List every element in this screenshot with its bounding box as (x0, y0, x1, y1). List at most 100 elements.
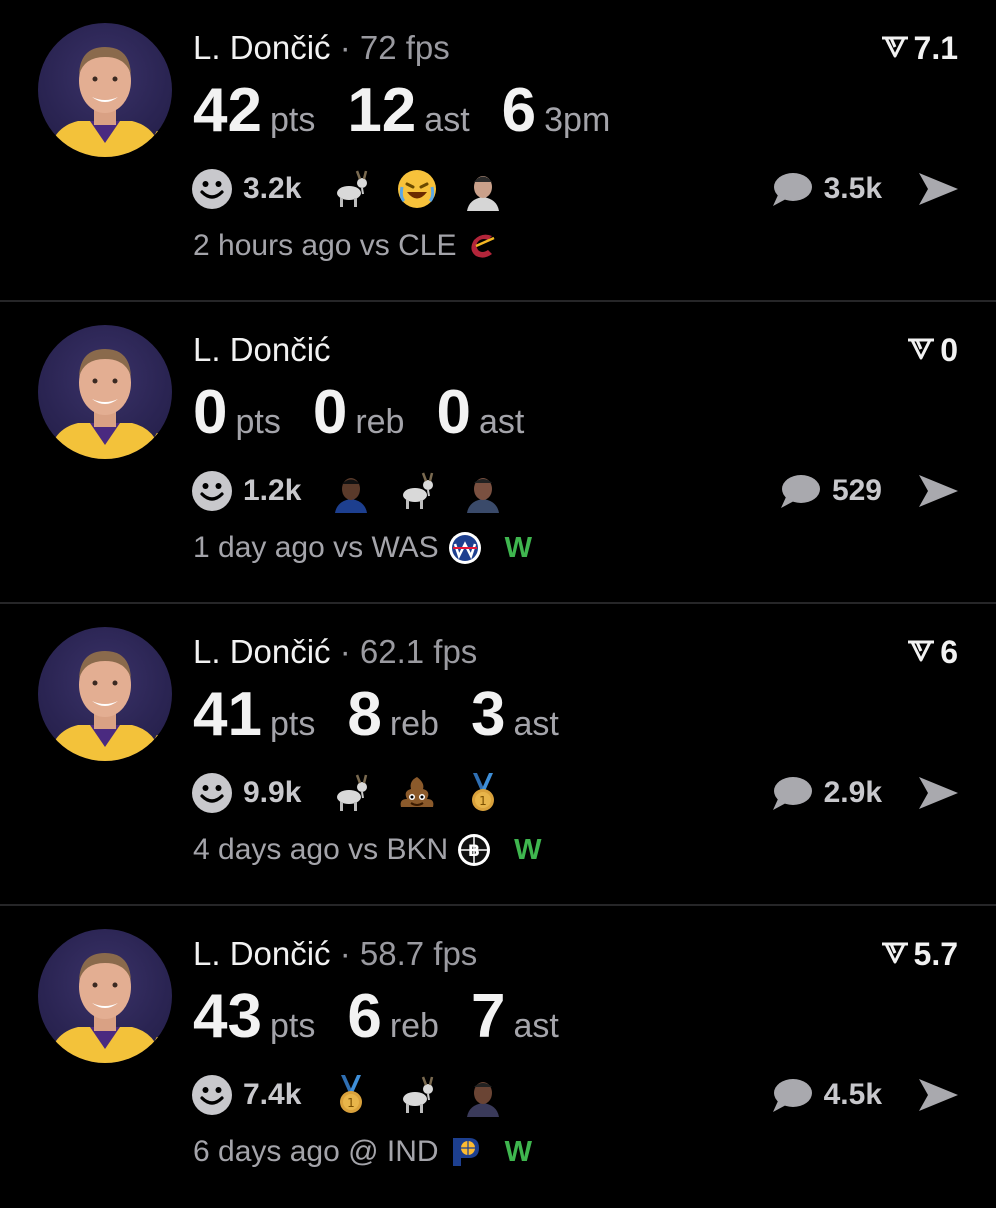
player-face-emoji-icon[interactable] (461, 1073, 505, 1117)
share-icon[interactable] (916, 773, 960, 813)
stat-item: 42 pts (193, 80, 315, 142)
svg-text:LAKERS: LAKERS (146, 1035, 172, 1048)
reaction-count[interactable]: 1.2k (243, 474, 301, 508)
gold-medal-emoji-icon[interactable]: 1 (461, 771, 505, 815)
stat-item: 3 ast (471, 684, 559, 746)
game-time-opponent[interactable]: 1 day ago vs WAS (193, 531, 439, 565)
game-card[interactable]: LAKERS L. Dončić 0 0 pts 0 reb 0 ast (0, 302, 996, 604)
stat-line: 43 pts 6 reb 7 ast (193, 986, 591, 1048)
player-face-emoji-icon[interactable] (461, 469, 505, 513)
stat-unit: pts (269, 101, 316, 139)
poop-emoji-icon[interactable] (395, 771, 439, 815)
smiley-react-icon[interactable] (191, 470, 233, 512)
rating-value: 0 (940, 332, 958, 368)
svg-text:LAKERS: LAKERS (146, 129, 172, 142)
stat-unit: ast (424, 101, 470, 139)
gold-medal-emoji-icon[interactable]: 1 (329, 1073, 373, 1117)
game-result: W (514, 833, 542, 866)
game-card[interactable]: LAKERS L. Dončić · 62.1 fps 6 41 pts 8 r… (0, 604, 996, 906)
stat-unit: pts (235, 403, 281, 441)
stat-value: 0 (193, 378, 228, 447)
rating[interactable]: 7.1 (880, 28, 958, 68)
comment-icon[interactable] (770, 170, 814, 208)
pacers-logo-icon (447, 1134, 483, 1170)
stat-value: 6 (501, 76, 537, 145)
smiley-react-icon[interactable] (191, 1074, 233, 1116)
stat-unit: ast (513, 705, 559, 743)
svg-text:LAKERS: LAKERS (146, 733, 172, 746)
smiley-react-icon[interactable] (191, 772, 233, 814)
stat-unit: ast (513, 1007, 559, 1045)
game-time-opponent[interactable]: 4 days ago vs BKN (193, 833, 448, 867)
reaction-count[interactable]: 9.9k (243, 776, 301, 810)
stat-value: 0 (436, 378, 471, 447)
stat-value: 42 (193, 76, 262, 145)
stat-item: 0 pts (193, 382, 281, 444)
smiley-react-icon[interactable] (191, 168, 233, 210)
rating-arrow-icon (880, 934, 914, 974)
stat-item: 8 reb (347, 684, 439, 746)
player-name[interactable]: L. Dončić (193, 29, 331, 66)
stat-value: 41 (193, 680, 262, 749)
comment-count[interactable]: 4.5k (824, 1078, 882, 1112)
goat-emoji-icon[interactable] (395, 1073, 439, 1117)
svg-text:LAKERS: LAKERS (146, 431, 172, 444)
cavaliers-logo-icon (464, 228, 500, 264)
game-meta: 2 hours ago vs CLE (193, 228, 500, 264)
share-icon[interactable] (916, 1075, 960, 1115)
rating-arrow-icon (906, 632, 940, 672)
stat-item: 0 ast (436, 382, 524, 444)
goat-emoji-icon[interactable] (395, 469, 439, 513)
fps-value: · 72 fps (339, 29, 450, 66)
stat-value: 12 (347, 76, 417, 145)
comment-count[interactable]: 529 (832, 474, 882, 508)
rating-value: 5.7 (913, 936, 958, 972)
goat-emoji-icon[interactable] (329, 167, 373, 211)
player-name[interactable]: L. Dončić (193, 935, 331, 972)
rating-arrow-icon (906, 330, 940, 370)
player-avatar[interactable]: LAKERS (38, 23, 172, 157)
comment-count[interactable]: 3.5k (824, 172, 882, 206)
fps-value: · 58.7 fps (339, 935, 478, 972)
stat-unit: reb (389, 1007, 439, 1045)
comment-icon[interactable] (770, 774, 814, 812)
reactions-bar: 9.9k 1 (191, 771, 527, 815)
reaction-count[interactable]: 7.4k (243, 1078, 301, 1112)
stat-item: 0 reb (313, 382, 405, 444)
game-time-opponent[interactable]: 6 days ago @ IND (193, 1135, 439, 1169)
player-face-emoji-icon[interactable] (461, 167, 505, 211)
game-time-opponent[interactable]: 2 hours ago vs CLE (193, 229, 456, 263)
player-name[interactable]: L. Dončić (193, 331, 331, 368)
player-avatar[interactable]: LAKERS (38, 627, 172, 761)
player-name[interactable]: L. Dončić (193, 633, 331, 670)
action-bar: 4.5k (770, 1073, 960, 1117)
action-bar: 3.5k (770, 167, 960, 211)
rating[interactable]: 6 (906, 632, 958, 672)
stat-value: 7 (470, 982, 506, 1051)
stat-item: 41 pts (193, 684, 315, 746)
comment-icon[interactable] (770, 1076, 814, 1114)
rofl-emoji-icon[interactable] (395, 167, 439, 211)
comment-count[interactable]: 2.9k (824, 776, 882, 810)
svg-text:1: 1 (348, 1096, 356, 1110)
goat-emoji-icon[interactable] (329, 771, 373, 815)
stat-unit: 3pm (544, 101, 611, 139)
reaction-count[interactable]: 3.2k (243, 172, 301, 206)
player-name-line: L. Dončić (193, 330, 331, 370)
share-icon[interactable] (916, 169, 960, 209)
player-avatar[interactable]: LAKERS (38, 929, 172, 1063)
player-face-emoji-icon[interactable] (329, 469, 373, 513)
stat-unit: pts (269, 705, 316, 743)
fps-value: · 62.1 fps (339, 633, 478, 670)
reactions-bar: 7.4k 1 (191, 1073, 527, 1117)
comment-icon[interactable] (778, 472, 822, 510)
stat-line: 0 pts 0 reb 0 ast (193, 382, 556, 444)
rating[interactable]: 0 (906, 330, 958, 370)
stat-value: 0 (312, 378, 348, 447)
game-card[interactable]: LAKERS L. Dončić · 58.7 fps 5.7 43 pts 6… (0, 906, 996, 1208)
share-icon[interactable] (916, 471, 960, 511)
player-avatar[interactable]: LAKERS (38, 325, 172, 459)
stat-line: 42 pts 12 ast 6 3pm (193, 80, 642, 142)
game-card[interactable]: LAKERS L. Dončić · 72 fps 7.1 42 pts 12 … (0, 0, 996, 302)
rating[interactable]: 5.7 (880, 934, 958, 974)
